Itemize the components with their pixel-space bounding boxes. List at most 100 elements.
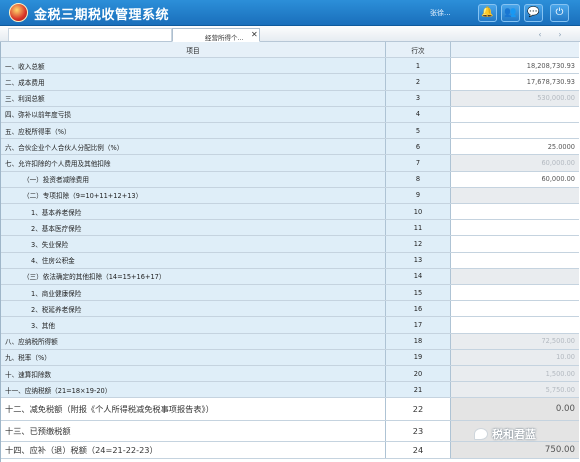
row-item-label: 五、应税所得率（%） (1, 123, 386, 139)
amount-input[interactable]: 60,000.00 (451, 171, 579, 187)
amount-readonly (451, 268, 579, 284)
row-line-no: 7 (386, 155, 451, 171)
table-row: 六、合伙企业个人合伙人分配比例（%） 6 25.0000 (1, 139, 579, 156)
row-line-no: 5 (386, 123, 451, 139)
amount-readonly (451, 187, 579, 203)
amount-input[interactable] (451, 252, 579, 268)
table-row: 二、成本费用 2 17,678,730.93 (1, 74, 579, 91)
tab-prev-icon[interactable]: ‹ (532, 29, 548, 40)
row-item-label: 七、允许扣除的个人费用及其他扣除 (1, 155, 386, 171)
amount-input[interactable] (451, 301, 579, 317)
table-row: 1、商业健康保险 15 (1, 285, 579, 302)
row-item-label: 四、弥补以前年度亏损 (1, 106, 386, 122)
header-line-no: 行次 (386, 42, 451, 58)
table-row: 四、弥补以前年度亏损 4 (1, 106, 579, 123)
row-item-label: 八、应纳税所得额 (1, 333, 386, 349)
amount-input[interactable] (451, 123, 579, 139)
row-item-label: 1、商业健康保险 (1, 285, 386, 301)
chat-icon[interactable]: 💬 (524, 4, 543, 22)
amount-readonly: 10.00 (451, 349, 579, 365)
table-row: 3、其他 17 (1, 317, 579, 334)
table-row: 4、住房公积金 13 (1, 252, 579, 269)
row-item-label: 十三、已预缴税额 (1, 421, 386, 442)
row-item-label: 2、基本医疗保险 (1, 220, 386, 236)
amount-input[interactable] (451, 236, 579, 252)
row-item-label: 十、速算扣除数 (1, 366, 386, 382)
amount-input[interactable]: 18,208,730.93 (451, 58, 579, 74)
amount-readonly: 72,500.00 (451, 333, 579, 349)
tab-next-icon[interactable]: › (552, 29, 568, 40)
row-item-label: （三）依法确定的其他扣除（14=15+16+17） (1, 268, 386, 284)
table-row: 十二、减免税额（附报《个人所得税减免税事项报告表》） 22 0.00 (1, 398, 579, 422)
amount-readonly: 530,000.00 (451, 90, 579, 106)
amount-input[interactable] (451, 106, 579, 122)
tab-blank[interactable] (8, 28, 172, 41)
amount-readonly: 750.00 (451, 442, 579, 459)
row-line-no: 17 (386, 317, 451, 333)
row-line-no: 4 (386, 106, 451, 122)
row-item-label: （一）投资者减除费用 (1, 171, 386, 187)
tab-label: 经营所得个... (205, 34, 244, 42)
amount-input[interactable] (451, 285, 579, 301)
row-line-no: 24 (386, 442, 451, 459)
row-item-label: 2、税延养老保险 (1, 301, 386, 317)
table-row: （一）投资者减除费用 8 60,000.00 (1, 171, 579, 188)
amount-input[interactable] (451, 204, 579, 220)
row-line-no: 18 (386, 333, 451, 349)
amount-input[interactable] (451, 220, 579, 236)
watermark: 税和君蓝 (474, 424, 574, 444)
row-line-no: 8 (386, 171, 451, 187)
row-item-label: 十四、应补（退）税额（24=21-22-23） (1, 442, 386, 459)
table-row: （三）依法确定的其他扣除（14=15+16+17） 14 (1, 268, 579, 285)
amount-input[interactable]: 25.0000 (451, 139, 579, 155)
row-item-label: 六、合伙企业个人合伙人分配比例（%） (1, 139, 386, 155)
row-item-label: 十一、应纳税额（21=18×19-20） (1, 382, 386, 398)
row-item-label: 3、失业保险 (1, 236, 386, 252)
table-row: 十四、应补（退）税额（24=21-22-23） 24 750.00 (1, 442, 579, 460)
row-item-label: 4、住房公积金 (1, 252, 386, 268)
row-item-label: 十二、减免税额（附报《个人所得税减免税事项报告表》） (1, 398, 386, 421)
row-item-label: 二、成本费用 (1, 74, 386, 90)
tab-business-income[interactable]: 经营所得个... ✕ (172, 28, 260, 42)
amount-readonly: 60,000.00 (451, 155, 579, 171)
row-line-no: 6 (386, 139, 451, 155)
table-row: 八、应纳税所得额 18 72,500.00 (1, 333, 579, 350)
row-line-no: 21 (386, 382, 451, 398)
table-row: 十一、应纳税额（21=18×19-20） 21 5,750.00 (1, 382, 579, 399)
user-name: 张徐... (430, 9, 451, 17)
row-line-no: 15 (386, 285, 451, 301)
row-line-no: 9 (386, 187, 451, 203)
table-row: 1、基本养老保险 10 (1, 204, 579, 221)
table-row: 3、失业保险 12 (1, 236, 579, 253)
row-line-no: 11 (386, 220, 451, 236)
row-line-no: 22 (386, 398, 451, 421)
amount-readonly: 0.00 (451, 398, 579, 421)
row-item-label: 1、基本养老保险 (1, 204, 386, 220)
row-item-label: 3、其他 (1, 317, 386, 333)
row-line-no: 13 (386, 252, 451, 268)
table-row: 五、应税所得率（%） 5 (1, 123, 579, 140)
amount-input[interactable] (451, 317, 579, 333)
header-item: 项目 (1, 42, 386, 58)
table-row: 2、税延养老保险 16 (1, 301, 579, 318)
row-line-no: 20 (386, 366, 451, 382)
title-bar: 金税三期税收管理系统 张徐... 🔔 👥 💬 ⏻ (0, 0, 580, 26)
close-icon[interactable]: ✕ (251, 30, 258, 39)
row-line-no: 2 (386, 74, 451, 90)
wechat-icon (474, 428, 488, 440)
amount-input[interactable]: 17,678,730.93 (451, 74, 579, 90)
app-title: 金税三期税收管理系统 (34, 8, 170, 23)
tax-emblem-logo (9, 3, 28, 22)
row-line-no: 1 (386, 58, 451, 74)
table-row: 一、收入总额 1 18,208,730.93 (1, 58, 579, 75)
row-item-label: （二）专项扣除（9=10+11+12+13） (1, 187, 386, 203)
row-line-no: 14 (386, 268, 451, 284)
power-icon[interactable]: ⏻ (550, 4, 569, 22)
bell-icon[interactable]: 🔔 (478, 4, 497, 22)
row-line-no: 16 (386, 301, 451, 317)
row-line-no: 10 (386, 204, 451, 220)
watermark-text: 税和君蓝 (492, 428, 536, 441)
row-line-no: 23 (386, 421, 451, 442)
users-icon[interactable]: 👥 (501, 4, 520, 22)
table-row: 十、速算扣除数 20 1,500.00 (1, 366, 579, 383)
